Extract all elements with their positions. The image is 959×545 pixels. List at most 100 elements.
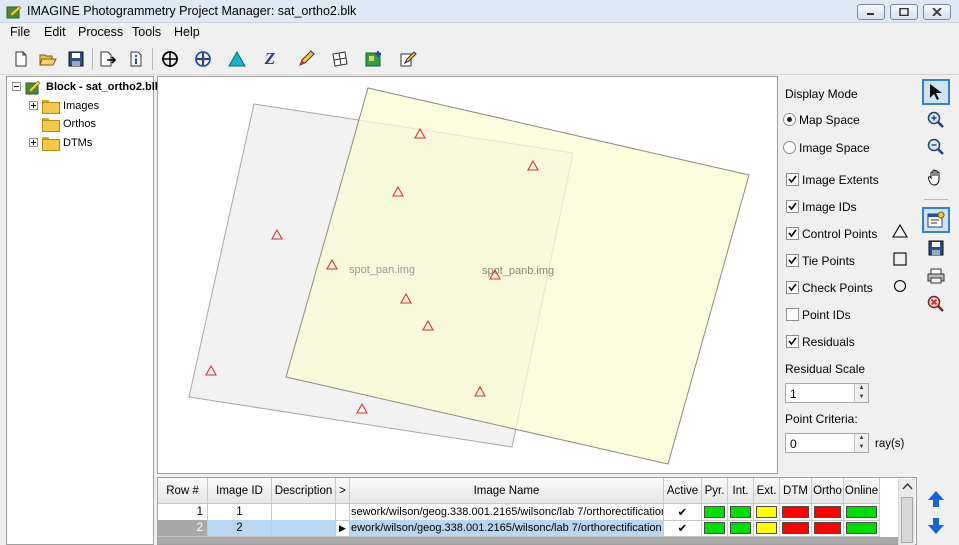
column-header-image-name[interactable]: Image Name [350,478,664,504]
point-measure-button[interactable] [192,48,214,70]
zoom-out-button[interactable] [922,134,950,160]
check-point-symbol-icon[interactable] [893,279,907,293]
map-space-radio[interactable] [783,113,796,126]
control-points-label[interactable]: Control Points [802,227,877,241]
column-header-image-id[interactable]: Image ID [208,478,272,504]
pencil-button[interactable] [295,48,317,70]
expand-icon[interactable] [29,138,38,147]
control-point-symbol-icon[interactable] [892,224,908,238]
map-view[interactable]: spot_pan.img spot_panb.img [157,76,778,474]
column-header-pyr[interactable]: Pyr. [702,478,728,504]
table-cell-image-name[interactable]: sework/wilson/geog.338.001.2165/wilsonc/… [350,504,664,521]
crosshair-button[interactable] [159,48,181,70]
status-int[interactable] [728,520,754,537]
residuals-label[interactable]: Residuals [802,335,855,349]
column-header-int[interactable]: Int. [728,478,754,504]
image-extents-checkbox[interactable] [786,173,799,186]
column-header-ext[interactable]: Ext. [754,478,780,504]
table-cell-active[interactable]: ✔ [664,504,702,521]
select-tool-button[interactable] [922,79,950,105]
properties-button[interactable] [922,207,950,233]
column-header-online[interactable]: Online [844,478,880,504]
map-canvas[interactable]: spot_pan.img spot_panb.img [158,77,778,474]
table-cell-image-id[interactable]: 2 [208,520,272,537]
tree-item-images[interactable]: Images [29,97,99,114]
table-row-number[interactable]: 1 [158,504,208,521]
residual-scale-input[interactable]: 1 ▲ ▼ [785,383,869,403]
table-scrollbar[interactable] [898,479,915,545]
point-criteria-input[interactable]: 0 ▲ ▼ [785,433,869,453]
point-ids-checkbox[interactable] [786,308,799,321]
save-button[interactable] [65,48,87,70]
close-button[interactable] [923,4,951,20]
image-extents-label[interactable]: Image Extents [802,173,879,187]
triangle-tool-button[interactable] [226,48,248,70]
residuals-checkbox[interactable] [786,335,799,348]
grid-button[interactable] [329,48,351,70]
check-points-label[interactable]: Check Points [802,281,873,295]
tree-item-dtms[interactable]: DTMs [29,134,92,151]
menu-file[interactable]: File [10,25,30,39]
ortho-button[interactable] [363,48,385,70]
table-cell-description[interactable] [272,520,336,537]
status-online[interactable] [844,520,880,537]
move-up-button[interactable] [922,486,950,512]
table-cell-image-id[interactable]: 1 [208,504,272,521]
point-ids-label[interactable]: Point IDs [802,308,851,322]
check-points-checkbox[interactable] [786,281,799,294]
tree-root[interactable]: Block - sat_ortho2.blk [12,78,161,95]
z-tool-button[interactable]: Z [259,48,281,70]
expand-icon[interactable] [29,101,38,110]
tie-points-checkbox[interactable] [786,254,799,267]
print-button[interactable] [922,263,950,289]
zoom-clear-button[interactable] [922,291,950,317]
image-space-radio[interactable] [783,141,796,154]
image-ids-label[interactable]: Image IDs [802,200,857,214]
new-button[interactable] [10,48,32,70]
table-cell-image-name[interactable]: ework/wilson/geog.338.001.2165/wilsonc/l… [350,520,664,537]
image-ids-checkbox[interactable] [786,200,799,213]
column-header-dtm[interactable]: DTM [780,478,812,504]
minimize-button[interactable] [857,4,885,20]
save-view-button[interactable] [922,235,950,261]
control-points-checkbox[interactable] [786,227,799,240]
menu-process[interactable]: Process [78,25,123,39]
status-online[interactable] [844,504,880,521]
status-dtm[interactable] [780,504,812,521]
column-header-row[interactable]: Row # [158,478,208,504]
collapse-icon[interactable] [12,82,21,91]
image-space-label[interactable]: Image Space [799,141,870,155]
status-ext[interactable] [754,520,780,537]
residual-scale-stepper[interactable]: ▲ ▼ [854,384,868,402]
status-pyr[interactable] [702,504,728,521]
table-row-number[interactable]: 2 [158,520,208,537]
move-down-button[interactable] [922,513,950,539]
status-ortho[interactable] [812,504,844,521]
edit-button[interactable] [397,48,419,70]
maximize-button[interactable] [890,4,918,20]
column-header-description[interactable]: Description [272,478,336,504]
tie-point-symbol-icon[interactable] [893,252,907,266]
status-dtm[interactable] [780,520,812,537]
tie-points-label[interactable]: Tie Points [802,254,855,268]
column-header-active[interactable]: Active [664,478,702,504]
zoom-in-button[interactable] [922,107,950,133]
point-criteria-stepper[interactable]: ▲ ▼ [854,434,868,452]
map-space-label[interactable]: Map Space [799,113,860,127]
scroll-up-icon[interactable] [900,482,915,492]
status-pyr[interactable] [702,520,728,537]
menu-tools[interactable]: Tools [132,25,161,39]
menu-edit[interactable]: Edit [44,25,66,39]
table-cell-description[interactable] [272,504,336,521]
scrollbar-thumb[interactable] [901,497,913,543]
tree-item-orthos[interactable]: Orthos [42,115,96,132]
open-button[interactable] [37,48,59,70]
info-button[interactable] [125,48,147,70]
import-button[interactable] [97,48,119,70]
menu-help[interactable]: Help [174,25,200,39]
status-ortho[interactable] [812,520,844,537]
column-header-marker[interactable]: > [336,478,350,504]
pan-button[interactable] [922,164,950,190]
status-int[interactable] [728,504,754,521]
column-header-ortho[interactable]: Ortho [812,478,844,504]
